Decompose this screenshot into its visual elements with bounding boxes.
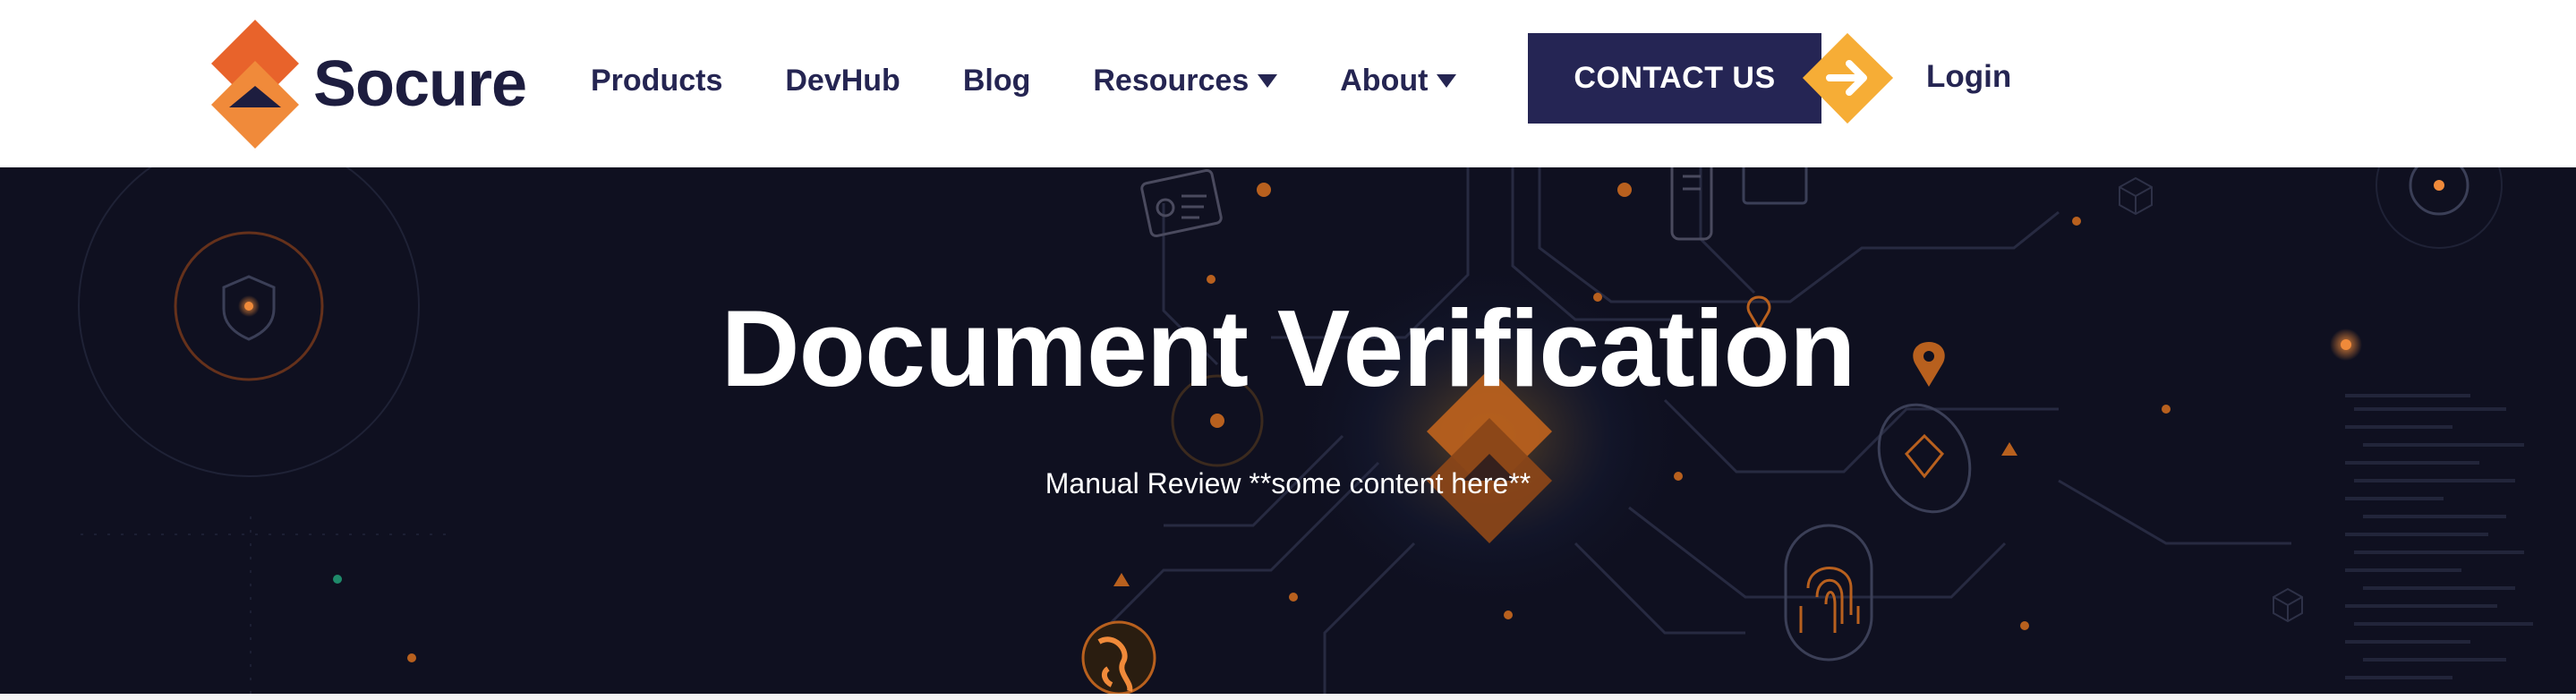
caret-down-icon bbox=[1437, 73, 1457, 88]
nav-devhub[interactable]: DevHub bbox=[785, 64, 900, 98]
nav-products-label: Products bbox=[591, 63, 723, 98]
document-icon bbox=[1140, 168, 1223, 238]
phone-icon bbox=[1670, 167, 1713, 241]
globe-icon bbox=[1081, 620, 1156, 694]
nav-products[interactable]: Products bbox=[591, 64, 722, 98]
socure-logo-icon bbox=[211, 20, 299, 149]
login-link[interactable]: Login bbox=[1926, 59, 2011, 95]
nav-about-label: About bbox=[1340, 63, 1429, 98]
logo-text: Socure bbox=[313, 48, 527, 120]
arrow-right-icon bbox=[1803, 33, 1893, 124]
socure-logo[interactable]: Socure bbox=[211, 20, 533, 149]
nav-blog-label: Blog bbox=[962, 63, 1031, 98]
page-subtitle: Manual Review **some content here** bbox=[1045, 467, 1531, 499]
section-divider bbox=[0, 694, 2576, 700]
page-title: Document Verification bbox=[721, 287, 1855, 409]
nav-resources[interactable]: Resources bbox=[1093, 63, 1278, 98]
hero-banner: Document Verification Manual Review **so… bbox=[0, 167, 2576, 694]
caret-down-icon bbox=[1258, 73, 1278, 88]
nav-resources-label: Resources bbox=[1093, 63, 1250, 98]
nav-about[interactable]: About bbox=[1340, 63, 1457, 98]
nav-devhub-label: DevHub bbox=[785, 63, 900, 98]
contact-us-label: CONTACT US bbox=[1528, 33, 1821, 124]
nav-blog[interactable]: Blog bbox=[963, 64, 1031, 98]
contact-us-button[interactable]: CONTACT US bbox=[1528, 33, 1893, 124]
fingerprint-icon bbox=[1784, 524, 1873, 662]
warning-icon bbox=[2001, 442, 2017, 456]
hero-background-graphic bbox=[78, 167, 2533, 694]
site-header: Socure Products DevHub Blog Resources Ab… bbox=[0, 0, 2576, 167]
main-nav: Products DevHub Blog Resources About bbox=[591, 0, 1519, 161]
